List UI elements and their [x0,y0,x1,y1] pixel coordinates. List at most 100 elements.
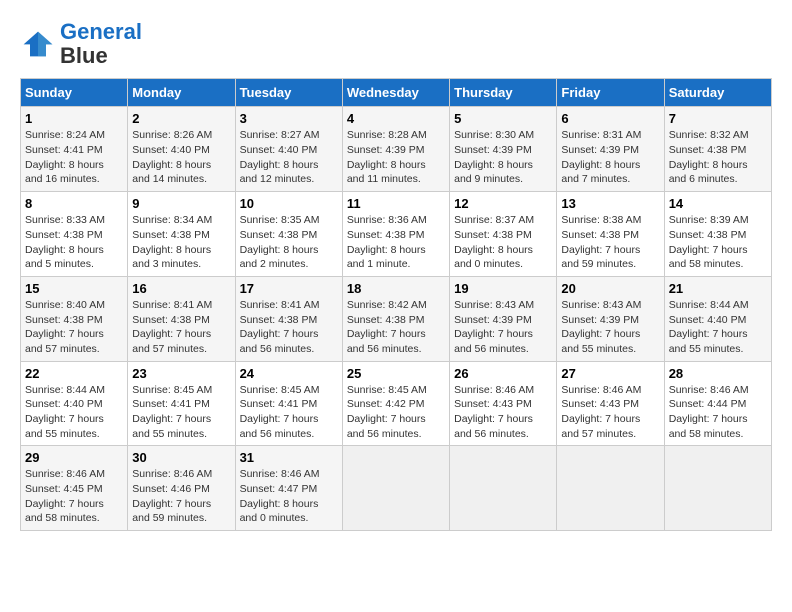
day-number: 4 [347,111,445,126]
day-number: 6 [561,111,659,126]
calendar-cell [342,446,449,531]
calendar-cell: 15 Sunrise: 8:40 AM Sunset: 4:38 PM Dayl… [21,276,128,361]
day-info: Sunrise: 8:44 AM Sunset: 4:40 PM Dayligh… [669,298,767,357]
weekday-header-tuesday: Tuesday [235,79,342,107]
day-number: 26 [454,366,552,381]
calendar-cell: 28 Sunrise: 8:46 AM Sunset: 4:44 PM Dayl… [664,361,771,446]
day-number: 11 [347,196,445,211]
day-info: Sunrise: 8:41 AM Sunset: 4:38 PM Dayligh… [132,298,230,357]
calendar-week-row: 1 Sunrise: 8:24 AM Sunset: 4:41 PM Dayli… [21,107,772,192]
calendar-cell: 19 Sunrise: 8:43 AM Sunset: 4:39 PM Dayl… [450,276,557,361]
day-number: 9 [132,196,230,211]
day-number: 30 [132,450,230,465]
day-number: 14 [669,196,767,211]
day-number: 28 [669,366,767,381]
day-number: 18 [347,281,445,296]
day-info: Sunrise: 8:27 AM Sunset: 4:40 PM Dayligh… [240,128,338,187]
calendar-cell [664,446,771,531]
day-number: 31 [240,450,338,465]
logo: GeneralBlue [20,20,142,68]
calendar-cell: 24 Sunrise: 8:45 AM Sunset: 4:41 PM Dayl… [235,361,342,446]
day-info: Sunrise: 8:46 AM Sunset: 4:47 PM Dayligh… [240,467,338,526]
calendar-week-row: 22 Sunrise: 8:44 AM Sunset: 4:40 PM Dayl… [21,361,772,446]
calendar-cell: 8 Sunrise: 8:33 AM Sunset: 4:38 PM Dayli… [21,192,128,277]
calendar-cell: 30 Sunrise: 8:46 AM Sunset: 4:46 PM Dayl… [128,446,235,531]
day-info: Sunrise: 8:30 AM Sunset: 4:39 PM Dayligh… [454,128,552,187]
day-number: 13 [561,196,659,211]
day-number: 17 [240,281,338,296]
weekday-header-saturday: Saturday [664,79,771,107]
calendar-cell: 1 Sunrise: 8:24 AM Sunset: 4:41 PM Dayli… [21,107,128,192]
day-number: 1 [25,111,123,126]
calendar-cell: 2 Sunrise: 8:26 AM Sunset: 4:40 PM Dayli… [128,107,235,192]
day-number: 25 [347,366,445,381]
logo-name: GeneralBlue [60,20,142,68]
day-number: 8 [25,196,123,211]
calendar-cell: 14 Sunrise: 8:39 AM Sunset: 4:38 PM Dayl… [664,192,771,277]
day-number: 24 [240,366,338,381]
calendar-cell: 23 Sunrise: 8:45 AM Sunset: 4:41 PM Dayl… [128,361,235,446]
day-info: Sunrise: 8:32 AM Sunset: 4:38 PM Dayligh… [669,128,767,187]
calendar-cell: 16 Sunrise: 8:41 AM Sunset: 4:38 PM Dayl… [128,276,235,361]
day-number: 12 [454,196,552,211]
day-info: Sunrise: 8:46 AM Sunset: 4:44 PM Dayligh… [669,383,767,442]
weekday-header-wednesday: Wednesday [342,79,449,107]
day-number: 27 [561,366,659,381]
day-info: Sunrise: 8:46 AM Sunset: 4:46 PM Dayligh… [132,467,230,526]
calendar-table: SundayMondayTuesdayWednesdayThursdayFrid… [20,78,772,531]
day-info: Sunrise: 8:37 AM Sunset: 4:38 PM Dayligh… [454,213,552,272]
calendar-cell: 31 Sunrise: 8:46 AM Sunset: 4:47 PM Dayl… [235,446,342,531]
day-info: Sunrise: 8:36 AM Sunset: 4:38 PM Dayligh… [347,213,445,272]
day-info: Sunrise: 8:43 AM Sunset: 4:39 PM Dayligh… [454,298,552,357]
day-info: Sunrise: 8:43 AM Sunset: 4:39 PM Dayligh… [561,298,659,357]
calendar-cell: 25 Sunrise: 8:45 AM Sunset: 4:42 PM Dayl… [342,361,449,446]
weekday-header-sunday: Sunday [21,79,128,107]
calendar-cell: 13 Sunrise: 8:38 AM Sunset: 4:38 PM Dayl… [557,192,664,277]
day-info: Sunrise: 8:26 AM Sunset: 4:40 PM Dayligh… [132,128,230,187]
weekday-header-row: SundayMondayTuesdayWednesdayThursdayFrid… [21,79,772,107]
day-info: Sunrise: 8:45 AM Sunset: 4:42 PM Dayligh… [347,383,445,442]
calendar-week-row: 29 Sunrise: 8:46 AM Sunset: 4:45 PM Dayl… [21,446,772,531]
calendar-cell: 11 Sunrise: 8:36 AM Sunset: 4:38 PM Dayl… [342,192,449,277]
day-number: 20 [561,281,659,296]
day-number: 29 [25,450,123,465]
day-info: Sunrise: 8:44 AM Sunset: 4:40 PM Dayligh… [25,383,123,442]
day-info: Sunrise: 8:38 AM Sunset: 4:38 PM Dayligh… [561,213,659,272]
day-info: Sunrise: 8:39 AM Sunset: 4:38 PM Dayligh… [669,213,767,272]
calendar-cell [450,446,557,531]
day-number: 3 [240,111,338,126]
calendar-week-row: 15 Sunrise: 8:40 AM Sunset: 4:38 PM Dayl… [21,276,772,361]
day-number: 15 [25,281,123,296]
day-info: Sunrise: 8:41 AM Sunset: 4:38 PM Dayligh… [240,298,338,357]
day-info: Sunrise: 8:35 AM Sunset: 4:38 PM Dayligh… [240,213,338,272]
day-number: 21 [669,281,767,296]
calendar-cell: 26 Sunrise: 8:46 AM Sunset: 4:43 PM Dayl… [450,361,557,446]
day-info: Sunrise: 8:46 AM Sunset: 4:43 PM Dayligh… [561,383,659,442]
day-info: Sunrise: 8:31 AM Sunset: 4:39 PM Dayligh… [561,128,659,187]
page-header: GeneralBlue [20,20,772,68]
calendar-cell: 18 Sunrise: 8:42 AM Sunset: 4:38 PM Dayl… [342,276,449,361]
calendar-cell: 10 Sunrise: 8:35 AM Sunset: 4:38 PM Dayl… [235,192,342,277]
day-info: Sunrise: 8:45 AM Sunset: 4:41 PM Dayligh… [240,383,338,442]
calendar-cell: 5 Sunrise: 8:30 AM Sunset: 4:39 PM Dayli… [450,107,557,192]
calendar-cell: 9 Sunrise: 8:34 AM Sunset: 4:38 PM Dayli… [128,192,235,277]
day-number: 19 [454,281,552,296]
calendar-cell: 12 Sunrise: 8:37 AM Sunset: 4:38 PM Dayl… [450,192,557,277]
day-info: Sunrise: 8:46 AM Sunset: 4:43 PM Dayligh… [454,383,552,442]
day-number: 22 [25,366,123,381]
calendar-cell: 6 Sunrise: 8:31 AM Sunset: 4:39 PM Dayli… [557,107,664,192]
day-info: Sunrise: 8:24 AM Sunset: 4:41 PM Dayligh… [25,128,123,187]
day-number: 5 [454,111,552,126]
day-number: 7 [669,111,767,126]
calendar-cell: 17 Sunrise: 8:41 AM Sunset: 4:38 PM Dayl… [235,276,342,361]
weekday-header-monday: Monday [128,79,235,107]
calendar-cell [557,446,664,531]
calendar-cell: 20 Sunrise: 8:43 AM Sunset: 4:39 PM Dayl… [557,276,664,361]
calendar-cell: 29 Sunrise: 8:46 AM Sunset: 4:45 PM Dayl… [21,446,128,531]
weekday-header-thursday: Thursday [450,79,557,107]
calendar-cell: 4 Sunrise: 8:28 AM Sunset: 4:39 PM Dayli… [342,107,449,192]
calendar-week-row: 8 Sunrise: 8:33 AM Sunset: 4:38 PM Dayli… [21,192,772,277]
calendar-cell: 21 Sunrise: 8:44 AM Sunset: 4:40 PM Dayl… [664,276,771,361]
day-info: Sunrise: 8:33 AM Sunset: 4:38 PM Dayligh… [25,213,123,272]
day-info: Sunrise: 8:46 AM Sunset: 4:45 PM Dayligh… [25,467,123,526]
